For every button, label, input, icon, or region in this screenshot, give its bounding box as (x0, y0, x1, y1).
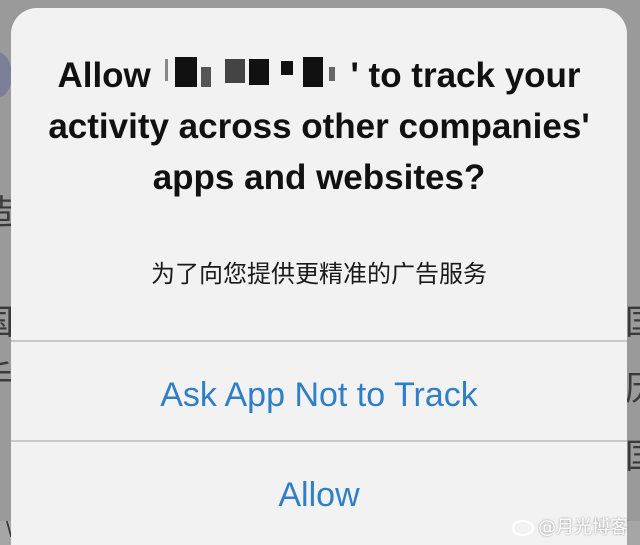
alert-header: Allow ' to track your activity across ot… (11, 8, 627, 344)
background-text-fragment: 国 (625, 440, 640, 474)
alert-title: Allow ' to track your activity across ot… (31, 50, 607, 203)
redacted-app-name (161, 55, 351, 95)
alert-message: 为了向您提供更精准的广告服务 (151, 260, 487, 288)
ask-app-not-to-track-button[interactable]: Ask App Not to Track (11, 342, 627, 440)
alert-title-prefix: Allow (57, 56, 151, 95)
weibo-icon (512, 520, 534, 536)
background-text-fragment: 国 (625, 306, 640, 340)
watermark: @月光博客 (512, 513, 628, 539)
background-text-fragment: 历 (625, 372, 640, 406)
watermark-text: @月光博客 (538, 517, 628, 538)
tracking-permission-alert: Allow ' to track your activity across ot… (11, 8, 627, 545)
